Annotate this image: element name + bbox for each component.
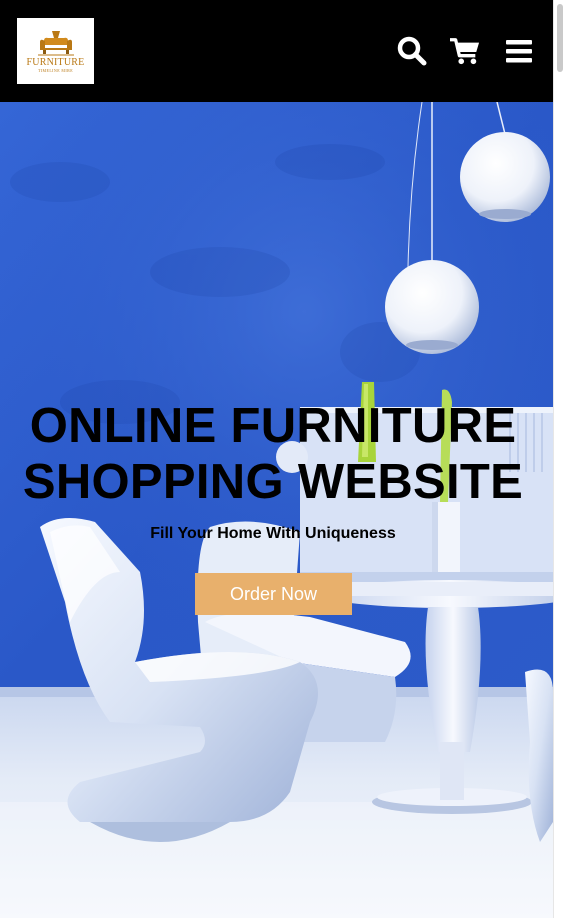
scrollbar-thumb[interactable] (557, 4, 563, 72)
page-viewport: FURNITURE TIMELINE MIRE ONLINE FURNITURE… (0, 0, 553, 918)
site-header: FURNITURE TIMELINE MIRE (0, 0, 553, 102)
hero-background-image (0, 102, 553, 918)
logo-text: FURNITURE (26, 57, 85, 68)
order-now-button[interactable]: Order Now (195, 573, 352, 615)
hero-title: ONLINE FURNITURE SHOPPING WEBSITE (0, 398, 546, 510)
cart-icon (450, 38, 480, 65)
hero-title-line-1: ONLINE FURNITURE (29, 399, 517, 453)
sofa-logo-icon (37, 31, 74, 56)
search-icon (397, 36, 427, 66)
cart-button[interactable] (450, 36, 480, 66)
hero-subtitle: Fill Your Home With Uniqueness (150, 525, 396, 542)
menu-button[interactable] (504, 36, 534, 66)
vertical-scrollbar[interactable] (553, 0, 567, 918)
hero-section: ONLINE FURNITURE SHOPPING WEBSITE Fill Y… (0, 102, 553, 918)
menu-icon (506, 40, 532, 63)
hero-title-line-2: SHOPPING WEBSITE (22, 455, 524, 509)
search-button[interactable] (397, 36, 427, 66)
brand-logo[interactable]: FURNITURE TIMELINE MIRE (17, 18, 94, 84)
logo-tagline: TIMELINE MIRE (37, 68, 74, 73)
